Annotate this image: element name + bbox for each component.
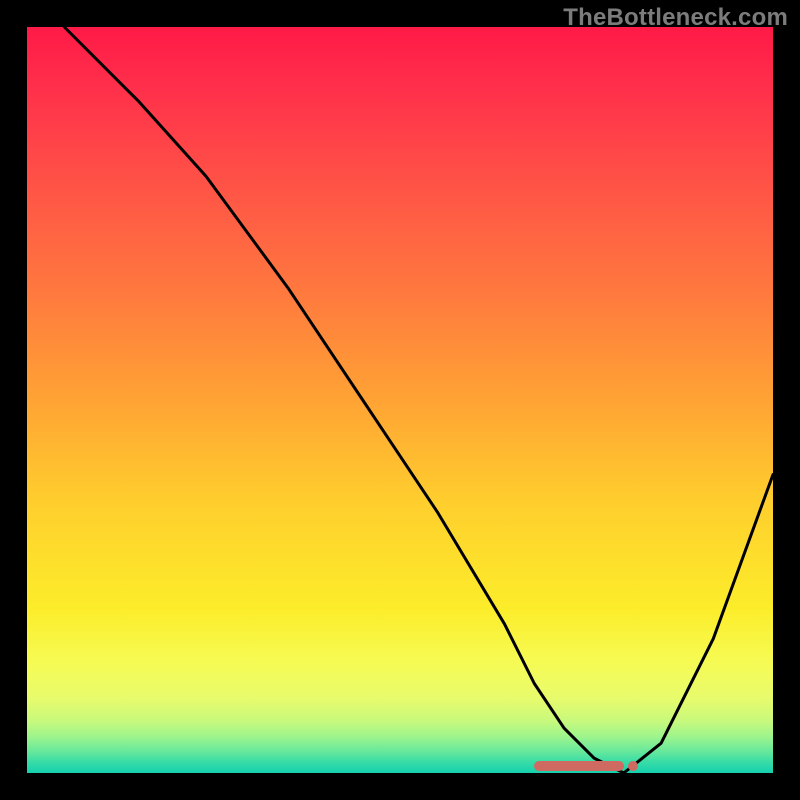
minimum-marker xyxy=(534,761,624,771)
minimum-marker-dot xyxy=(628,761,638,771)
plot-area xyxy=(27,27,773,773)
bottleneck-curve xyxy=(27,27,773,773)
chart-stage: TheBottleneck.com xyxy=(0,0,800,800)
curve-path xyxy=(64,27,773,773)
